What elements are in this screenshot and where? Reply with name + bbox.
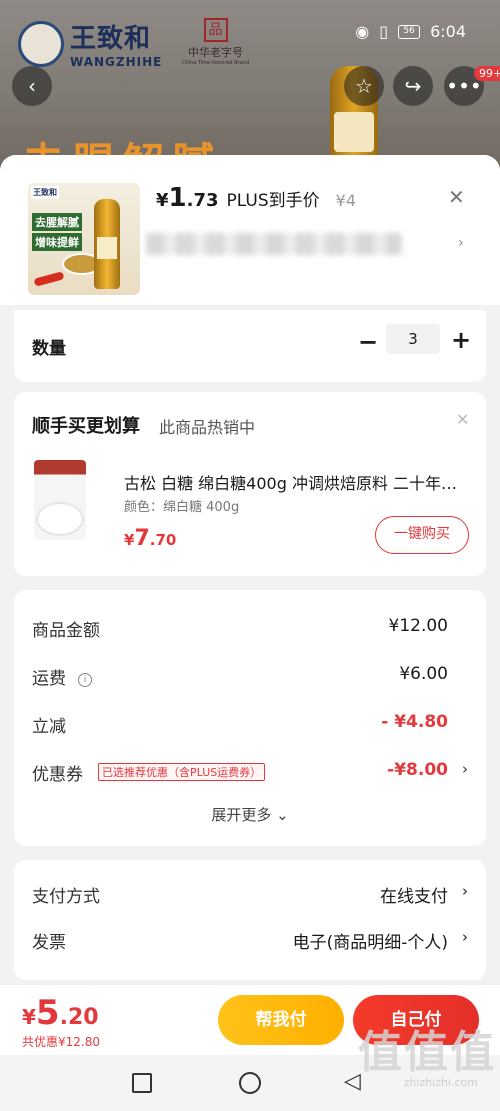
selected-spec-blurred[interactable] (146, 233, 402, 255)
shipping-value: ¥6.00 (399, 664, 448, 684)
price-decimal: .20 (59, 1005, 99, 1030)
thumb-tag: 去腥解腻 (32, 213, 82, 231)
goods-amount-row: 商品金额 ¥12.00 (32, 616, 468, 641)
invoice-value: 电子(商品明细-个人) (292, 933, 448, 953)
fee-summary-card: 商品金额 ¥12.00 运费 i ¥6.00 立减 - ¥4.80 优惠券 已选推… (14, 590, 486, 846)
info-icon[interactable]: i (78, 673, 92, 687)
price-integer: 5 (35, 993, 60, 1033)
payment-card: 支付方式 在线支付 › 发票 电子(商品明细-个人) › (14, 860, 486, 980)
seal-mark: 品 (203, 18, 228, 42)
price-integer: 7 (134, 526, 150, 551)
shipping-label-wrap: 运费 i (32, 664, 92, 689)
price-integer: 1 (168, 183, 187, 213)
quantity-minus-button[interactable]: − (358, 328, 378, 356)
upsell-card: 顺手买更划算 此商品热销中 ✕ 古松 白糖 绵白糖400g 冲调烘焙原料 二十年… (14, 392, 486, 576)
price-decimal: .70 (149, 531, 177, 549)
payment-method-value: 在线支付 (380, 887, 448, 907)
watermark-logo: 值值值 (358, 1027, 496, 1078)
quantity-input[interactable]: 3 (386, 324, 440, 354)
site-watermark: 值值值 zhizhizhi.com (358, 1027, 496, 1090)
upsell-price: ¥ 7 .70 (124, 526, 176, 551)
seal-text-en: China Time-honored Brand (182, 60, 250, 66)
coupon-row[interactable]: 优惠券 已选推荐优惠（含PLUS运费券） -¥8.00 › (32, 760, 468, 785)
chevron-right-icon: › (462, 760, 468, 778)
checkout-sheet: 王致和 去腥解腻 增味提鲜 ¥ 1 .73 PLUS到手价 ¥4 ✕ › 数量 … (0, 155, 500, 985)
shipping-label: 运费 (32, 669, 66, 689)
thumb-tag: 增味提鲜 (32, 233, 82, 251)
one-click-buy-button[interactable]: 一键购买 (375, 516, 469, 554)
upsell-product-name[interactable]: 古松 白糖 绵白糖400g 冲调烘焙原料 二十年老品牌 (124, 470, 464, 494)
price-decimal: .73 (186, 190, 219, 211)
help-me-pay-button[interactable]: 帮我付 (218, 995, 344, 1045)
coupon-tag: 已选推荐优惠（含PLUS运费券） (98, 763, 266, 781)
share-icon: ↪ (404, 74, 422, 98)
status-bar: ◉ ▯ 56 6:04 (355, 22, 466, 41)
goods-amount-value: ¥12.00 (388, 616, 448, 636)
quantity-label: 数量 (32, 339, 66, 359)
signal-icon: 56 (398, 24, 421, 39)
coupon-label: 优惠券 (32, 765, 83, 785)
message-count-badge: 99+ (474, 66, 500, 81)
product-price: ¥ 1 .73 PLUS到手价 ¥4 (156, 183, 356, 213)
close-icon[interactable]: ✕ (448, 185, 465, 209)
discount-row: 立减 - ¥4.80 (32, 712, 468, 737)
status-time: 6:04 (430, 22, 466, 41)
chevron-right-icon: › (462, 928, 468, 946)
total-price: ¥ 5 .20 (22, 993, 99, 1033)
back-icon: ‹ (28, 74, 36, 98)
upsell-subtitle: 此商品热销中 (159, 418, 256, 437)
upsell-product-spec: 颜色：绵白糖 400g (124, 500, 240, 515)
vibrate-icon: ▯ (379, 22, 389, 41)
chevron-right-icon: › (458, 235, 464, 251)
currency-symbol: ¥ (156, 190, 169, 211)
watermark-text: zhizhizhi.com (403, 1076, 478, 1089)
star-icon: ☆ (355, 74, 373, 98)
eye-icon: ◉ (355, 22, 370, 41)
discount-value: - ¥4.80 (381, 712, 448, 732)
goods-amount-label: 商品金额 (32, 621, 100, 641)
upsell-close-icon[interactable]: ✕ (456, 410, 469, 429)
brand-logo: 王致和 WANGZHIHE (18, 18, 162, 69)
upsell-title: 顺手买更划算 (32, 416, 140, 437)
invoice-label: 发票 (32, 933, 66, 953)
share-button[interactable]: ↪ (393, 66, 433, 106)
brand-name-cn: 王致和 (70, 24, 152, 54)
home-icon[interactable] (239, 1072, 261, 1094)
thumb-logo: 王致和 (31, 186, 59, 199)
expand-more-button[interactable]: 展开更多 ⌄ (14, 804, 486, 825)
chevron-right-icon: › (462, 882, 468, 900)
favorite-button[interactable]: ☆ (344, 66, 384, 106)
time-honored-seal: 品 中华老字号 China Time-honored Brand (182, 18, 249, 66)
plus-price-label: PLUS到手价 (226, 191, 320, 211)
quantity-card: 数量 − 3 + (14, 310, 486, 382)
total-discount: 共优惠¥12.80 (22, 1035, 100, 1049)
seal-text-cn: 中华老字号 (188, 46, 244, 59)
payment-method-label: 支付方式 (32, 887, 100, 907)
product-thumbnail: 王致和 去腥解腻 增味提鲜 (28, 183, 140, 295)
invoice-row[interactable]: 发票 电子(商品明细-个人) › (32, 928, 468, 953)
currency-symbol: ¥ (124, 531, 135, 549)
upsell-product-image[interactable] (34, 460, 86, 540)
product-summary: 王致和 去腥解腻 增味提鲜 ¥ 1 .73 PLUS到手价 ¥4 ✕ › (0, 155, 500, 305)
discount-label: 立减 (32, 717, 66, 737)
currency-symbol: ¥ (22, 1005, 36, 1029)
recent-apps-icon[interactable] (132, 1073, 152, 1093)
brand-name-en: WANGZHIHE (70, 55, 163, 69)
back-button[interactable]: ‹ (12, 66, 52, 106)
coupon-value: -¥8.00 (387, 760, 448, 780)
quantity-plus-button[interactable]: + (451, 326, 471, 354)
payment-method-row[interactable]: 支付方式 在线支付 › (32, 882, 468, 907)
shipping-row: 运费 i ¥6.00 (32, 664, 468, 689)
original-price: ¥4 (335, 191, 356, 210)
brand-portrait (18, 20, 64, 67)
